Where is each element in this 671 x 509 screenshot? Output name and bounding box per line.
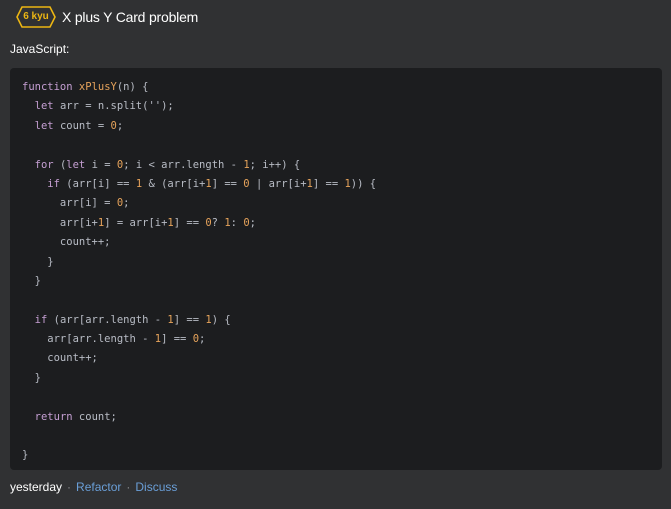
code-line: count++; <box>22 236 111 249</box>
code-line: } <box>22 255 54 268</box>
separator: · <box>67 480 72 494</box>
code-line: arr[i] = 0; <box>22 197 130 210</box>
code-line: let arr = n.split(''); <box>34 100 174 113</box>
solution-footer: yesterday · Refactor · Discuss <box>10 480 177 494</box>
code-line: let count = 0; <box>34 119 124 132</box>
code-line: return count; <box>34 410 117 423</box>
kata-header: 6 kyu X plus Y Card problem <box>16 6 198 28</box>
code-line: if (arr[arr.length - 1] == 1) { <box>34 313 231 326</box>
refactor-link[interactable]: Refactor <box>76 480 121 494</box>
code-line: } <box>22 274 41 287</box>
code-line: count++; <box>22 352 98 365</box>
code-line: arr[arr.length - 1] == 0; <box>22 333 206 346</box>
kyu-rank-label: 6 kyu <box>23 11 49 22</box>
code-line: arr[i+1] = arr[i+1] == 0? 1: 0; <box>22 216 256 229</box>
code-line: for (let i = 0; i < arr.length - 1; i++)… <box>34 158 301 171</box>
code-line: if (arr[i] == 1 & (arr[i+1] == 0 | arr[i… <box>47 177 377 190</box>
code-line: function xPlusY(n) { <box>22 81 149 93</box>
discuss-link[interactable]: Discuss <box>135 480 177 494</box>
code-line: } <box>22 371 41 384</box>
kyu-rank-badge: 6 kyu <box>16 6 56 28</box>
language-label: JavaScript: <box>10 42 70 56</box>
code-content: function xPlusY(n) { let arr = n.split('… <box>22 78 376 466</box>
code-line: } <box>22 449 29 462</box>
kata-title[interactable]: X plus Y Card problem <box>62 9 198 25</box>
code-block[interactable]: function xPlusY(n) { let arr = n.split('… <box>10 68 662 470</box>
separator: · <box>126 480 131 494</box>
timestamp: yesterday <box>10 480 63 494</box>
